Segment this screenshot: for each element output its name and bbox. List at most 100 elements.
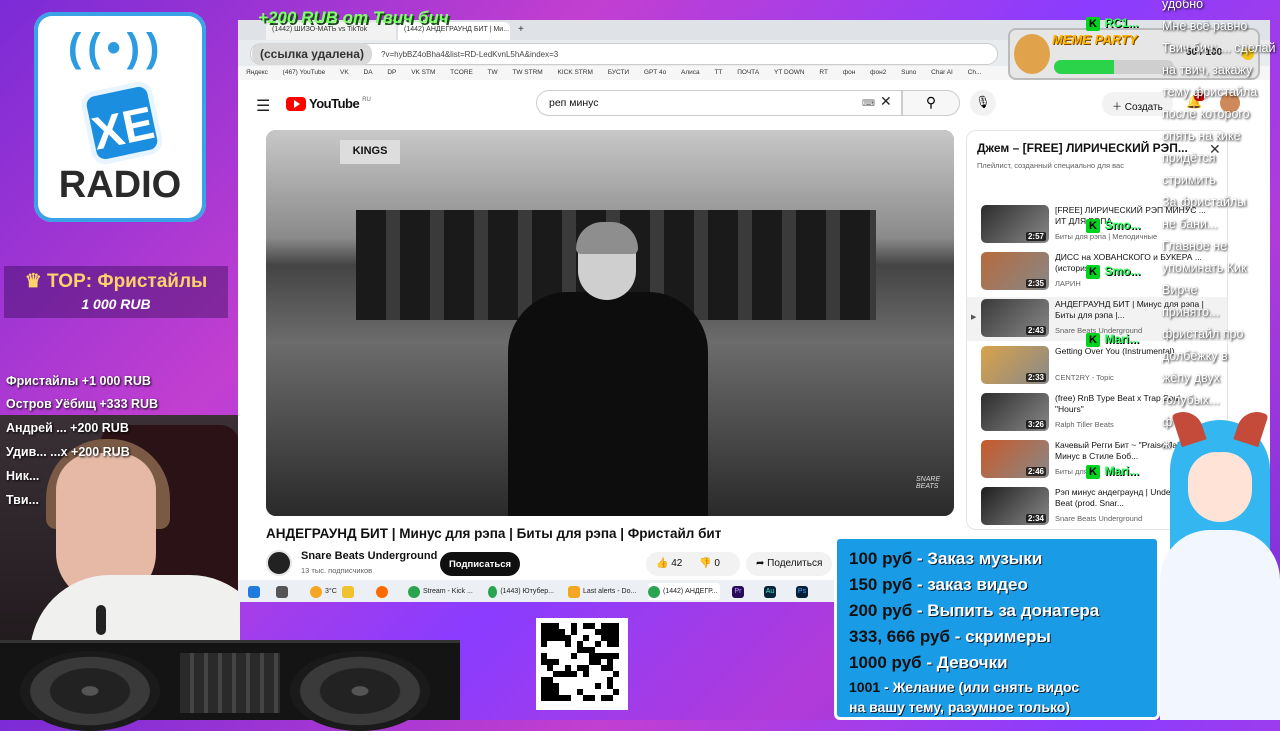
kick-logo-icon: K: [1086, 333, 1100, 347]
microphone-icon: 🎙: [975, 95, 991, 109]
playlist-thumbnail[interactable]: 2:34: [981, 487, 1049, 525]
chat-message-line: долбёжку в: [1162, 349, 1228, 363]
bookmark-item[interactable]: VK STM: [411, 69, 435, 76]
bookmark-item[interactable]: YT DOWN: [774, 69, 805, 76]
donation-banner: +200 RUB от Твич бич: [258, 8, 449, 27]
chat-message-line: опять на кике: [1162, 129, 1241, 143]
new-tab-button[interactable]: +: [516, 22, 532, 40]
meme-party-title: MEME PARTY: [1052, 32, 1138, 47]
playlist-thumbnail[interactable]: 2:33: [981, 346, 1049, 384]
kick-chat-tag: K Smo...: [1086, 262, 1140, 280]
top-donation-amount: 1 000 RUB: [81, 296, 151, 312]
firefox-icon[interactable]: [376, 583, 388, 600]
microphone-icon: [96, 605, 106, 635]
search-input[interactable]: реп минус: [536, 90, 902, 116]
bookmark-item[interactable]: DA: [364, 69, 373, 76]
subscribe-button[interactable]: Подписаться: [440, 552, 520, 576]
search-icon: ⚲: [925, 94, 937, 110]
price-description: - заказ видео: [912, 575, 1028, 594]
bookmark-item[interactable]: Алиса: [681, 69, 700, 76]
chat-message-line: фристайл про: [1162, 327, 1244, 341]
keyboard-icon[interactable]: ⌨: [862, 98, 875, 109]
taskbar-item-alerts[interactable]: Last alerts - Do...: [568, 583, 638, 600]
kick-chat-tag: K Mari...: [1086, 330, 1139, 348]
taskbar-item-youtuber[interactable]: (1443) Ютубер...: [488, 583, 554, 600]
chat-message-line: Вирче: [1162, 283, 1198, 297]
hamburger-menu-icon[interactable]: ☰: [256, 96, 270, 116]
logo-radio-text: RADIO: [58, 164, 182, 206]
video-player[interactable]: KINGS SNARE BEATS: [266, 130, 954, 516]
taskbar-item-label: Last alerts - Do...: [583, 588, 637, 595]
like-count[interactable]: 42: [671, 558, 682, 569]
playlist-thumbnail[interactable]: 2:43: [981, 299, 1049, 337]
kick-logo-icon: K: [1086, 265, 1100, 279]
top-donation-box: ♛ TOP: Фристайлы 1 000 RUB: [4, 266, 228, 318]
photoshop-icon[interactable]: Ps: [796, 583, 808, 600]
right-jog-wheel: [290, 651, 430, 731]
bookmark-item[interactable]: VK: [340, 69, 349, 76]
doge-icon: [1014, 34, 1050, 74]
chat-message-line: За фристайлы: [1162, 195, 1247, 209]
chat-message-line: после которого: [1162, 107, 1250, 121]
price-row: 100 руб - Заказ музыки: [849, 549, 1042, 569]
bookmark-item[interactable]: фон2: [870, 69, 886, 76]
price-amount: 200 руб: [849, 601, 913, 620]
share-button[interactable]: ➦ Поделиться: [746, 552, 833, 576]
donation-line: Ник...: [6, 469, 40, 483]
channel-subscribers: 13 тыс. подписчиков: [301, 566, 373, 575]
task-view-icon[interactable]: [276, 583, 288, 600]
video-duration: 2:57: [1025, 232, 1046, 241]
premiere-icon[interactable]: Pr: [732, 583, 744, 600]
price-description: - Выпить за донатера: [912, 601, 1100, 620]
voice-search-button[interactable]: 🎙: [970, 90, 996, 116]
windows-start-icon[interactable]: [248, 583, 260, 600]
bookmark-item[interactable]: TW: [488, 69, 498, 76]
dislike-count[interactable]: 0: [714, 558, 720, 569]
create-label: Создать: [1124, 102, 1163, 113]
bookmark-item[interactable]: Ch...: [968, 69, 982, 76]
weather-widget[interactable]: 3°C: [310, 583, 337, 600]
taskbar-item-active-beat[interactable]: (1442) АНДЕГР...: [648, 583, 720, 600]
bookmark-item[interactable]: TCORE: [450, 69, 473, 76]
bookmark-item[interactable]: Яндекс: [246, 69, 268, 76]
premiere-label: Pr: [732, 585, 744, 598]
chat-message-line: Мне всё равно: [1162, 19, 1248, 33]
playlist-thumbnail[interactable]: 2:46: [981, 440, 1049, 478]
file-explorer-icon[interactable]: [342, 583, 354, 600]
like-icon[interactable]: 👍: [656, 558, 671, 569]
bookmark-item[interactable]: RT: [819, 69, 828, 76]
chat-message-line: жёпу двух: [1162, 371, 1220, 385]
bookmark-item[interactable]: БУСТИ: [608, 69, 629, 76]
price-row: на вашу тему, разумное только): [849, 699, 1070, 715]
bookmark-item[interactable]: TW STRM: [512, 69, 542, 76]
bookmark-item[interactable]: Suno: [901, 69, 916, 76]
taskbar-item-kick[interactable]: Stream - Kick ...: [408, 583, 474, 600]
dislike-icon[interactable]: 👎: [699, 558, 714, 569]
youtube-logo[interactable]: YouTube RU: [286, 96, 371, 111]
playlist-thumbnail[interactable]: 2:35: [981, 252, 1049, 290]
bookmark-item[interactable]: фон: [843, 69, 856, 76]
mixer-section: [180, 653, 280, 713]
clear-search-icon[interactable]: ✕: [880, 93, 892, 110]
bookmark-item[interactable]: (467) YouTube: [283, 69, 326, 76]
channel-name[interactable]: Snare Beats Underground: [301, 550, 437, 562]
bookmark-item[interactable]: DP: [387, 69, 396, 76]
bookmark-item[interactable]: KICK STRM: [558, 69, 593, 76]
channel-avatar[interactable]: [266, 550, 292, 576]
playlist-thumbnail[interactable]: 2:57: [981, 205, 1049, 243]
xe-radio-logo: ((•)) XE RADIO: [34, 12, 206, 222]
search-button[interactable]: ⚲: [902, 90, 960, 116]
bookmark-item[interactable]: Char AI: [931, 69, 953, 76]
bookmark-item[interactable]: GPT 4o: [644, 69, 666, 76]
kick-chat-username: Mari...: [1104, 464, 1140, 478]
kick-logo-icon: K: [1086, 219, 1100, 233]
video-title: АНДЕГРАУНД БИТ | Минус для рэпа | Биты д…: [266, 526, 722, 541]
bookmark-item[interactable]: TT: [714, 69, 722, 76]
video-duration: 2:35: [1025, 279, 1046, 288]
playlist-thumbnail[interactable]: 3:26: [981, 393, 1049, 431]
browser-window: (1442) ШИЗО-МАТЬ vs TikTok (1442) АНДЕГР…: [238, 20, 1270, 602]
bookmark-item[interactable]: ПОЧТА: [737, 69, 759, 76]
chat-message-line: на твич, закажу: [1162, 63, 1253, 77]
chat-message-line: стримить: [1162, 173, 1216, 187]
audition-icon[interactable]: Au: [764, 583, 776, 600]
